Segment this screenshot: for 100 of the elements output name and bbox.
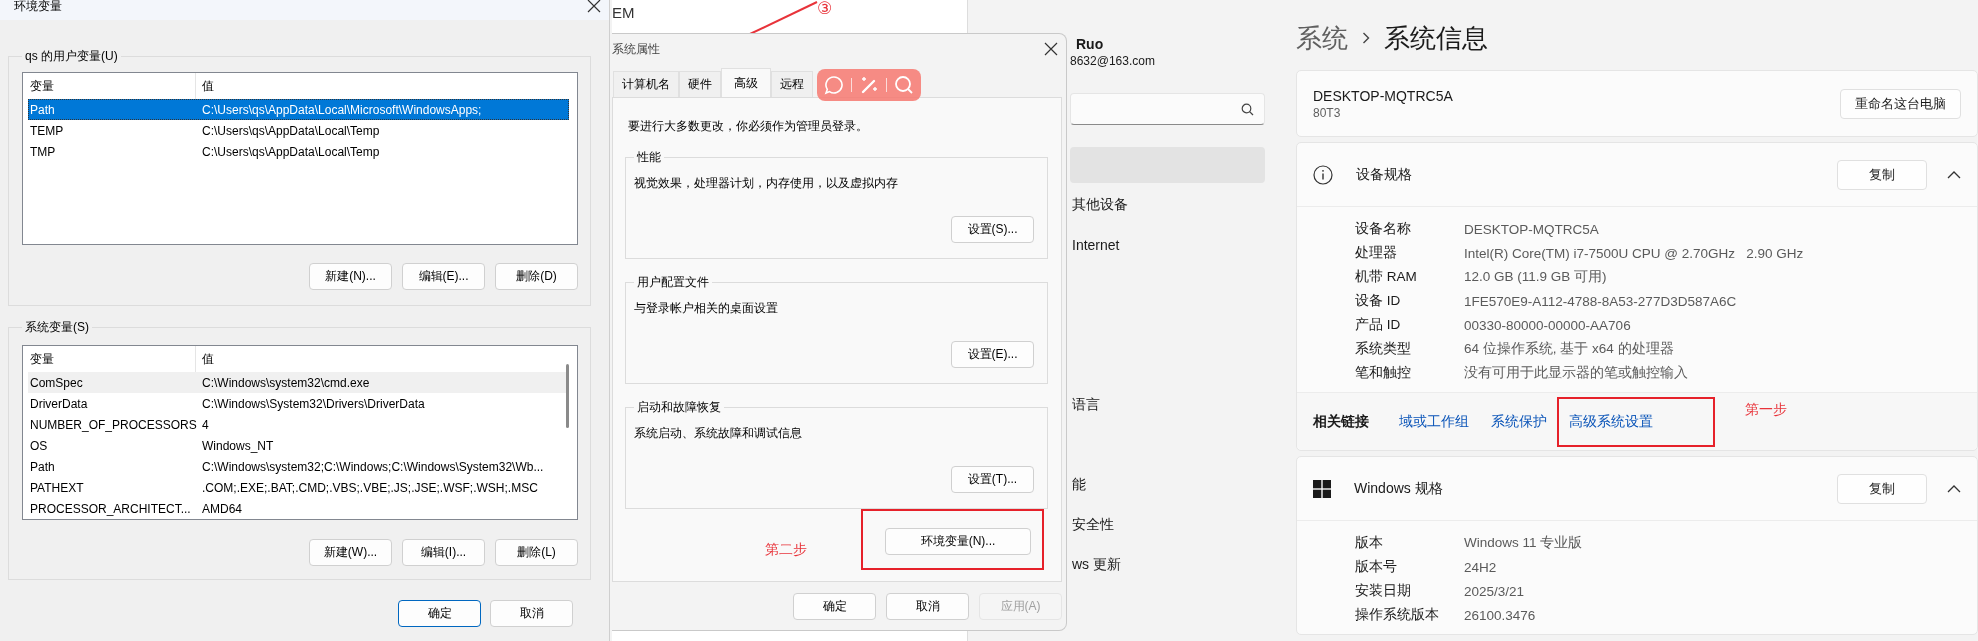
table-row[interactable]: TEMP C:\Users\qs\AppData\Local\Temp [28, 120, 569, 141]
table-cell-text: C:\Windows\system32\cmd.exe [201, 375, 370, 390]
table-row[interactable]: TMP C:\Users\qs\AppData\Local\Temp [28, 141, 569, 162]
table-cell-text: .COM;.EXE;.BAT;.CMD;.VBS;.VBE;.JS;.JSE;.WSF;.WSH;.MSC [201, 480, 538, 495]
chevron-right-icon [1362, 32, 1370, 44]
table-cell-text: C:\Windows\system32;C:\Windows;C:\Windows\System32\Wb... [201, 459, 544, 474]
settings-button[interactable]: 设置(T)... [951, 466, 1034, 493]
group-label: qs 的用户变量(U) [24, 48, 119, 64]
device-name: DESKTOP-MQTRC5A [1313, 87, 1453, 104]
spec-value: 1FE570E9-A112-4788-8A53-277D3D587A6C [1464, 293, 1737, 309]
rename-button[interactable]: 重命名这台电脑 [1840, 88, 1961, 119]
table-cell-text: TEMP [29, 123, 65, 138]
related-link[interactable]: 高级系统设置 [1557, 396, 1715, 447]
spec-value: 64 位操作系统, 基于 x64 的处理器 [1464, 340, 1674, 358]
tab[interactable]: 远程 [771, 71, 813, 97]
dialog-button[interactable]: 取消 [886, 593, 969, 620]
environment-variables-button[interactable]: 环境变量(N)... [885, 528, 1031, 555]
table-cell-text: C:\Users\qs\AppData\Local\Microsoft\WindowsApps; [201, 102, 482, 117]
group-description: 视觉效果，处理器计划，内存使用，以及虚拟内存 [634, 175, 899, 192]
table-cell-text: ComSpec [29, 375, 84, 390]
column-header[interactable]: 值 [196, 350, 214, 368]
table-row[interactable]: NUMBER_OF_PROCESSORS 4 [28, 414, 569, 435]
magic-wand-icon[interactable] [859, 75, 879, 95]
spec-label: 系统类型 [1355, 340, 1412, 358]
chevron-icon[interactable] [1947, 484, 1961, 493]
group-description: 系统启动、系统故障和调试信息 [634, 425, 803, 442]
table-cell-text: C:\Users\qs\AppData\Local\Temp [201, 123, 380, 138]
spec-label: 版本号 [1355, 558, 1398, 576]
dialog-button[interactable]: 编辑(I)... [402, 539, 485, 566]
settings-button[interactable]: 设置(S)... [951, 216, 1034, 243]
tab[interactable]: 高级 [721, 68, 771, 97]
tab[interactable]: 计算机名 [613, 71, 679, 97]
column-header[interactable]: 值 [196, 77, 214, 95]
table-row[interactable]: PATHEXT .COM;.EXE;.BAT;.CMD;.VBS;.VBE;.JS;.JSE;.WSF;.WSH;.MSC [28, 477, 569, 498]
window-text: EM [612, 4, 635, 21]
dialog-button[interactable]: 编辑(E)... [402, 263, 485, 290]
table-row[interactable]: Path C:\Windows\system32;C:\Windows;C:\Windows\System32\Wb... [28, 456, 569, 477]
table-cell-text: PROCESSOR_ARCHITECT... [29, 501, 192, 516]
window-title: 环境变量 [14, 0, 62, 15]
nav-item[interactable]: 安全性 [1070, 507, 1265, 543]
spec-label: 版本 [1355, 534, 1384, 552]
dialog-button[interactable]: 确定 [398, 600, 481, 627]
table-cell-text: PATHEXT [29, 480, 85, 495]
dialog-button[interactable]: 新建(W)... [309, 539, 392, 566]
dialog-button[interactable]: 取消 [490, 600, 573, 627]
table-row[interactable]: ComSpec C:\Windows\system32\cmd.exe [28, 372, 569, 393]
table-row[interactable]: OS Windows_NT [28, 435, 569, 456]
search-field[interactable] [1070, 93, 1265, 125]
close-icon[interactable] [1044, 42, 1058, 56]
spec-label: 机带 RAM [1355, 268, 1418, 286]
spec-value: 24H2 [1464, 559, 1497, 575]
nav-item[interactable]: 其他设备 [1070, 187, 1265, 223]
section-title: Windows 规格 [1354, 479, 1444, 498]
search-icon[interactable] [893, 75, 914, 95]
table-cell-text: Windows_NT [201, 438, 274, 453]
spec-label: 设备 ID [1355, 292, 1402, 310]
table-cell-text: NUMBER_OF_PROCESSORS [29, 417, 196, 432]
copy-button[interactable]: 复制 [1837, 473, 1927, 504]
table-cell-text: AMD64 [201, 501, 242, 516]
page-title: 系统信息 [1384, 21, 1488, 55]
group-label: 系统变量(S) [24, 319, 90, 335]
related-link[interactable]: 域或工作组 [1387, 396, 1481, 447]
dialog-button[interactable]: 新建(N)... [309, 263, 392, 290]
table-row[interactable]: PROCESSOR_ARCHITECT... AMD64 [28, 498, 569, 519]
info-icon [1313, 164, 1333, 185]
nav-item[interactable]: Internet [1070, 227, 1265, 263]
group-label: 启动和故障恢复 [636, 399, 722, 415]
nav-item[interactable]: ws 更新 [1070, 547, 1265, 583]
copy-button[interactable]: 复制 [1837, 159, 1927, 190]
step-marker: ③ [817, 0, 833, 18]
group-description: 与登录帐户相关的桌面设置 [634, 300, 779, 317]
related-link[interactable]: 系统保护 [1479, 396, 1559, 447]
spec-label: 设备名称 [1355, 220, 1412, 238]
spec-label: 操作系统版本 [1355, 606, 1440, 624]
related-links-label: 相关链接 [1313, 412, 1369, 431]
table-cell-text: TMP [29, 144, 57, 159]
account-name: Ruo [1075, 36, 1105, 52]
tab[interactable]: 硬件 [679, 71, 721, 97]
close-icon[interactable] [587, 0, 601, 13]
windows-logo-icon [1313, 479, 1331, 498]
table-row[interactable]: Path C:\Users\qs\AppData\Local\Microsoft\WindowsApps; [28, 99, 569, 120]
chat-icon[interactable] [824, 75, 845, 95]
table-cell-text: DriverData [29, 396, 89, 411]
table-cell-text: C:\Users\qs\AppData\Local\Temp [201, 144, 380, 159]
account-email: 8632@163.com [1070, 54, 1156, 68]
dialog-button[interactable]: 删除(L) [495, 539, 578, 566]
dialog-button[interactable]: 确定 [793, 593, 876, 620]
spec-value: Windows 11 专业版 [1464, 534, 1583, 552]
dialog-button[interactable]: 删除(D) [495, 263, 578, 290]
spec-value: 26100.3476 [1464, 607, 1536, 623]
chevron-icon[interactable] [1947, 170, 1961, 179]
nav-item[interactable]: 能 [1070, 467, 1265, 503]
scrollbar-thumb[interactable] [566, 364, 569, 428]
settings-button[interactable]: 设置(E)... [951, 341, 1034, 368]
step-annotation: 第二步 [765, 540, 807, 559]
table-row[interactable]: DriverData C:\Windows\System32\Drivers\DriverData [28, 393, 569, 414]
nav-item[interactable]: 语言 [1070, 387, 1265, 423]
breadcrumb-item[interactable]: 系统 [1296, 20, 1348, 56]
group-label: 用户配置文件 [636, 274, 710, 290]
spec-value: 12.0 GB (11.9 GB 可用) [1464, 268, 1607, 286]
